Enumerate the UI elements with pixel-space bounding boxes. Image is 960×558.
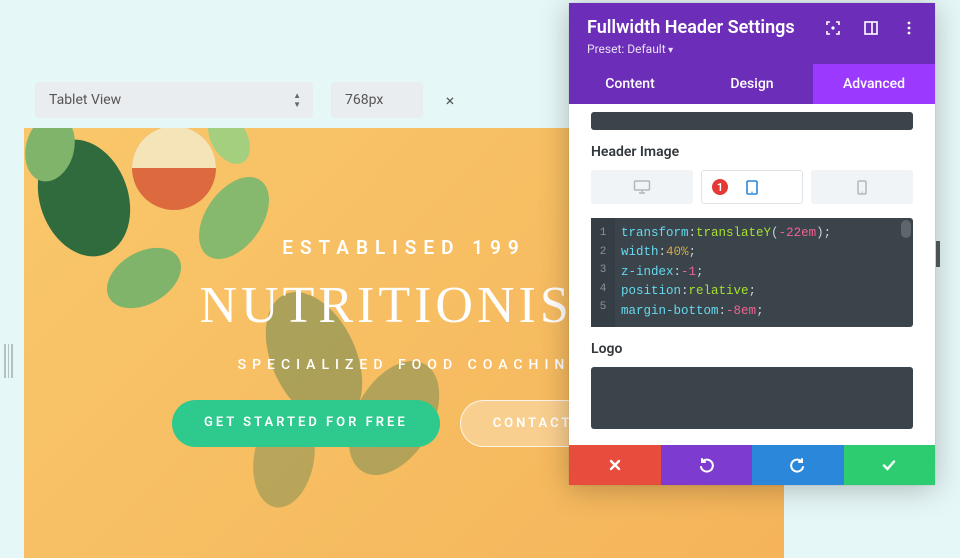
undo-icon <box>698 457 714 473</box>
clear-width-button[interactable]: × <box>441 91 459 110</box>
panel-title: Fullwidth Header Settings <box>587 17 825 38</box>
undo-button[interactable] <box>661 445 753 485</box>
view-mode-dropdown[interactable]: Tablet View ▲▼ <box>35 82 313 118</box>
tablet-icon <box>746 180 758 195</box>
primary-cta-button[interactable]: GET STARTED FOR FREE <box>172 400 440 447</box>
viewport-width-input[interactable]: 768px <box>331 82 423 118</box>
canvas-resize-handle[interactable] <box>4 344 14 378</box>
code-line-3: z-index:-1; <box>621 263 913 282</box>
step-badge: 1 <box>710 177 730 197</box>
collapsed-code-block[interactable] <box>591 112 913 130</box>
panel-action-bar <box>569 445 935 485</box>
desktop-icon <box>633 180 651 194</box>
tab-design[interactable]: Design <box>691 64 813 104</box>
settings-tabs: Content Design Advanced <box>569 64 935 104</box>
dropdown-caret-icon: ▲▼ <box>293 91 301 109</box>
logo-code-block[interactable] <box>591 367 913 429</box>
custom-css-editor[interactable]: 12345 transform:translateY(-22em); width… <box>591 218 913 327</box>
viewport-width-value: 768px <box>345 92 383 108</box>
settings-panel: Fullwidth Header Settings Preset: Defaul… <box>569 3 935 485</box>
device-tab-phone[interactable] <box>811 170 913 204</box>
sidebar-icon[interactable] <box>863 20 879 36</box>
device-tab-tablet[interactable]: 1 <box>701 170 803 204</box>
panel-body: Header Image 1 12345 transform:translate… <box>569 104 935 445</box>
preset-dropdown[interactable]: Preset: Default <box>587 42 917 56</box>
logo-label: Logo <box>591 341 913 357</box>
check-icon <box>881 457 897 473</box>
close-icon: × <box>446 91 455 110</box>
code-line-2: width:40%; <box>621 243 913 262</box>
device-tab-desktop[interactable] <box>591 170 693 204</box>
code-line-5: margin-bottom:-8em; <box>621 302 913 321</box>
panel-resize-handle[interactable] <box>936 241 940 267</box>
code-gutter: 12345 <box>591 218 615 327</box>
redo-button[interactable] <box>752 445 844 485</box>
code-scrollbar[interactable] <box>901 220 911 238</box>
header-image-label: Header Image <box>591 144 913 160</box>
code-line-1: transform:translateY(-22em); <box>621 224 913 243</box>
tab-advanced[interactable]: Advanced <box>813 64 935 104</box>
kebab-menu-icon[interactable] <box>901 20 917 36</box>
phone-icon <box>857 180 867 195</box>
close-icon <box>607 457 623 473</box>
cancel-button[interactable] <box>569 445 661 485</box>
tab-content[interactable]: Content <box>569 64 691 104</box>
confirm-button[interactable] <box>844 445 936 485</box>
panel-header: Fullwidth Header Settings Preset: Defaul… <box>569 3 935 64</box>
focus-icon[interactable] <box>825 20 841 36</box>
redo-icon <box>790 457 806 473</box>
responsive-device-tabs: 1 <box>591 170 913 204</box>
view-mode-label: Tablet View <box>49 92 121 108</box>
code-line-4: position:relative; <box>621 282 913 301</box>
